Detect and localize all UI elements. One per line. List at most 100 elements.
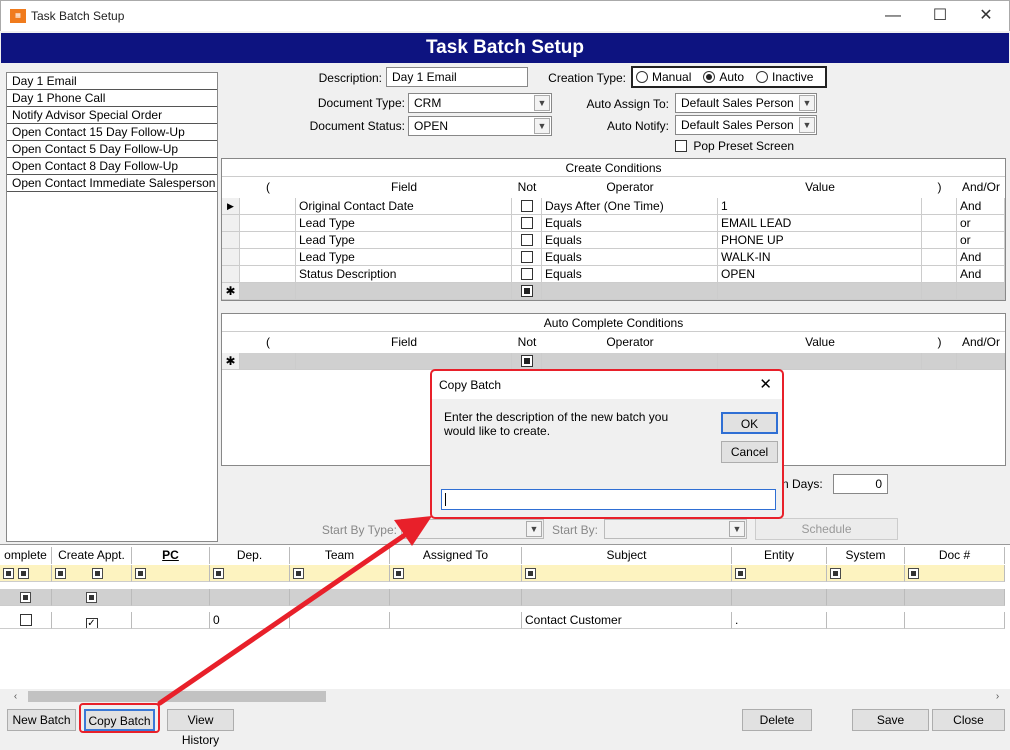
start-by-select[interactable]: ▼ xyxy=(604,519,747,539)
scroll-right-icon[interactable]: › xyxy=(990,689,1005,704)
condition-row[interactable]: Lead Type Equals WALK-IN And xyxy=(222,249,1005,266)
condition-value-cell[interactable]: PHONE UP xyxy=(718,232,922,249)
creation-type-radio-inactive[interactable]: Inactive xyxy=(756,70,813,84)
tasks-column-header[interactable]: Doc # xyxy=(905,547,1005,564)
condition-not-cell[interactable] xyxy=(512,198,542,215)
batch-list[interactable]: Day 1 Email Day 1 Phone Call Notify Adviso… xyxy=(6,72,218,542)
condition-new-cell[interactable] xyxy=(296,283,512,300)
condition-andor-cell[interactable]: or xyxy=(957,232,1005,249)
condition-field-cell[interactable]: Lead Type xyxy=(296,215,512,232)
condition-operator-cell[interactable]: Equals xyxy=(542,266,718,283)
filter-icon[interactable] xyxy=(135,568,146,579)
condition-close-cell[interactable] xyxy=(922,266,957,283)
tasks-column-header[interactable]: PC xyxy=(132,547,210,564)
auto-complete-new-cell[interactable] xyxy=(296,353,512,370)
document-status-select[interactable]: OPEN ▼ xyxy=(408,116,552,136)
auto-assign-select[interactable]: Default Sales Person ▼ xyxy=(675,93,817,113)
filter-icon[interactable] xyxy=(525,568,536,579)
filter-icon[interactable] xyxy=(55,568,66,579)
schedule-button[interactable]: Schedule xyxy=(755,518,898,540)
auto-complete-new-cell[interactable] xyxy=(512,353,542,370)
condition-value-cell[interactable]: WALK-IN xyxy=(718,249,922,266)
condition-new-cell[interactable] xyxy=(718,283,922,300)
tasks-filter-cell[interactable] xyxy=(827,565,905,582)
filter-icon[interactable] xyxy=(908,568,919,579)
condition-andor-cell[interactable]: And xyxy=(957,266,1005,283)
start-by-type-select[interactable]: ▼ xyxy=(401,519,544,539)
condition-new-cell[interactable] xyxy=(240,283,296,300)
condition-field-cell[interactable]: Lead Type xyxy=(296,232,512,249)
pop-preset-checkbox[interactable]: Pop Preset Screen xyxy=(675,139,794,153)
batch-list-item[interactable]: Open Contact 8 Day Follow-Up xyxy=(7,158,217,175)
auto-complete-new-cell[interactable] xyxy=(922,353,957,370)
filter-icon[interactable] xyxy=(830,568,841,579)
condition-operator-cell[interactable]: Equals xyxy=(542,249,718,266)
creation-type-radio-auto[interactable]: Auto xyxy=(703,70,744,84)
condition-row[interactable]: Status Description Equals OPEN And xyxy=(222,266,1005,283)
condition-paren-cell[interactable] xyxy=(240,266,296,283)
condition-new-row[interactable]: ✱ xyxy=(222,283,1005,300)
condition-value-cell[interactable]: EMAIL LEAD xyxy=(718,215,922,232)
auto-complete-new-cell[interactable] xyxy=(240,353,296,370)
maximize-icon[interactable]: ☐ xyxy=(917,4,963,28)
batch-list-item[interactable]: Day 1 Phone Call xyxy=(7,90,217,107)
tasks-column-header[interactable]: omplete xyxy=(0,547,52,564)
task-row[interactable]: ✓ 0 Contact Customer. xyxy=(0,612,1005,629)
task-cell[interactable]: . xyxy=(732,612,827,629)
tasks-column-header[interactable]: Team xyxy=(290,547,390,564)
condition-andor-cell[interactable]: And xyxy=(957,198,1005,215)
description-input[interactable]: Day 1 Email xyxy=(386,67,528,87)
horizontal-scrollbar[interactable]: ‹ › xyxy=(8,689,1005,704)
tasks-group-cell[interactable] xyxy=(52,589,132,606)
condition-not-cell[interactable] xyxy=(512,266,542,283)
not-checkbox-icon[interactable] xyxy=(520,200,533,212)
close-window-icon[interactable]: ✕ xyxy=(963,4,1009,28)
scrollbar-thumb[interactable] xyxy=(28,691,326,702)
condition-andor-cell[interactable]: And xyxy=(957,249,1005,266)
creation-type-radio-manual[interactable]: Manual xyxy=(636,70,691,84)
condition-row[interactable]: Lead Type Equals PHONE UP or xyxy=(222,232,1005,249)
condition-value-cell[interactable]: OPEN xyxy=(718,266,922,283)
condition-paren-cell[interactable] xyxy=(240,249,296,266)
tasks-column-header[interactable]: Assigned To xyxy=(390,547,522,564)
tasks-filter-cell[interactable] xyxy=(732,565,827,582)
tasks-filter-cell[interactable] xyxy=(52,565,132,582)
filter-icon[interactable] xyxy=(3,568,14,579)
delete-button[interactable]: Delete xyxy=(742,709,812,731)
filter-icon[interactable] xyxy=(293,568,304,579)
save-button[interactable]: Save xyxy=(852,709,929,731)
auto-notify-select[interactable]: Default Sales Person ▼ xyxy=(675,115,817,135)
task-cell[interactable] xyxy=(390,612,522,629)
not-checkbox-icon[interactable] xyxy=(520,234,533,246)
not-checkbox-icon[interactable] xyxy=(520,285,533,297)
tasks-filter-cell[interactable] xyxy=(0,565,52,582)
not-checkbox-icon[interactable] xyxy=(520,217,533,229)
batch-list-item[interactable]: Open Contact 5 Day Follow-Up xyxy=(7,141,217,158)
batch-list-item[interactable]: Day 1 Email xyxy=(7,73,217,90)
condition-value-cell[interactable]: 1 xyxy=(718,198,922,215)
condition-not-cell[interactable] xyxy=(512,249,542,266)
batch-list-item[interactable]: Open Contact 15 Day Follow-Up xyxy=(7,124,217,141)
tasks-column-header[interactable]: Create Appt. xyxy=(52,547,132,564)
new-batch-description-input[interactable] xyxy=(441,489,776,510)
condition-row[interactable]: Lead Type Equals EMAIL LEAD or xyxy=(222,215,1005,232)
task-cell[interactable] xyxy=(905,612,1005,629)
filter-icon[interactable] xyxy=(213,568,224,579)
cancel-button[interactable]: Cancel xyxy=(721,441,778,463)
condition-new-cell[interactable] xyxy=(957,283,1005,300)
checkbox-icon[interactable] xyxy=(20,592,31,603)
task-cell[interactable] xyxy=(290,612,390,629)
tasks-column-header[interactable]: Subject xyxy=(522,547,732,564)
ok-button[interactable]: OK xyxy=(721,412,778,434)
condition-not-cell[interactable] xyxy=(512,232,542,249)
auto-complete-new-row[interactable]: ✱ xyxy=(222,353,1005,370)
days-input[interactable]: 0 xyxy=(833,474,888,494)
tasks-filter-row[interactable] xyxy=(0,565,1005,582)
condition-close-cell[interactable] xyxy=(922,232,957,249)
tasks-filter-cell[interactable] xyxy=(290,565,390,582)
tasks-filter-cell[interactable] xyxy=(210,565,290,582)
task-cell[interactable] xyxy=(0,612,52,629)
tasks-column-header[interactable]: System xyxy=(827,547,905,564)
new-batch-button[interactable]: New Batch xyxy=(7,709,76,731)
tasks-filter-cell[interactable] xyxy=(522,565,732,582)
